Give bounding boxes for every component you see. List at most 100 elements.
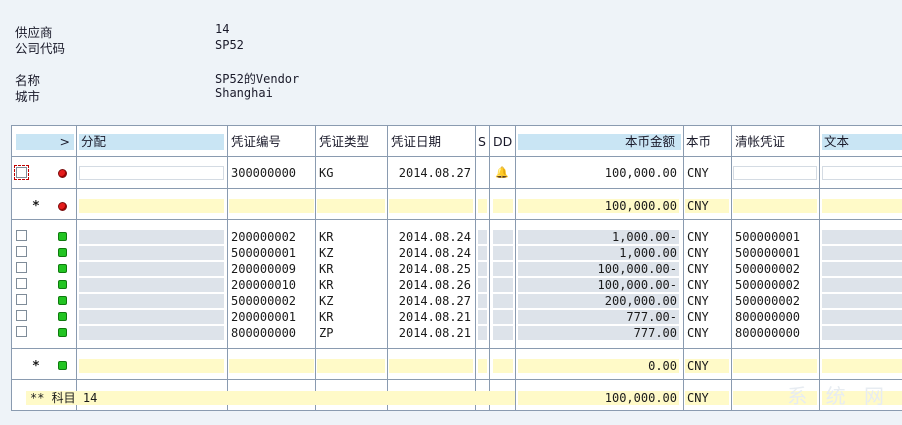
text-cell — [822, 278, 902, 292]
dd-cell — [493, 246, 513, 260]
row-select-checkbox[interactable] — [16, 326, 27, 337]
status-green-icon — [58, 232, 67, 241]
doc-date-cell: 2014.08.24 — [398, 230, 471, 244]
company-code-label: 公司代码 — [15, 41, 66, 56]
text-column-header[interactable]: 文本 — [822, 134, 902, 150]
status-red-icon — [58, 169, 67, 178]
doc-date-cell: 2014.08.27 — [398, 294, 471, 308]
assignment-cell — [79, 166, 224, 180]
doc-number-cell[interactable]: 800000000 — [229, 326, 314, 340]
currency-cell: CNY — [687, 230, 709, 244]
status-green-icon — [58, 328, 67, 337]
vendor-value: 14 — [215, 22, 230, 36]
clearing-doc-cell: 500000001 — [735, 246, 801, 260]
clearing-doc-cell: 800000000 — [735, 326, 801, 340]
assignment-cell — [79, 230, 224, 244]
dd-cell — [493, 310, 513, 324]
currency-cell: CNY — [687, 262, 709, 276]
total-currency: CNY — [685, 391, 729, 405]
doc-number-cell[interactable]: 200000009 — [229, 262, 314, 276]
text-cell — [822, 310, 902, 324]
clearing-doc-cell: 800000000 — [735, 310, 801, 324]
status-green-icon — [58, 361, 67, 370]
s-cell — [478, 310, 487, 324]
amount-cell: 200,000.00 — [518, 294, 679, 308]
currency-cell: CNY — [687, 278, 709, 292]
dd-cell — [493, 294, 513, 308]
expand-column-header[interactable]: > — [16, 134, 74, 150]
dunning-bell-icon: 🔔 — [495, 166, 509, 179]
doc-date-cell: 2014.08.21 — [398, 326, 471, 340]
doc-date-column-header[interactable]: 凭证日期 — [391, 134, 473, 150]
row-select-checkbox[interactable] — [16, 294, 27, 305]
assignment-column-header[interactable]: 分配 — [79, 134, 224, 150]
row-select-checkbox[interactable] — [16, 310, 27, 321]
city-label: 城市 — [15, 89, 41, 104]
doc-type-cell: KR — [319, 310, 334, 324]
doc-type-column-header[interactable]: 凭证类型 — [319, 134, 385, 150]
doc-number-column-header[interactable]: 凭证编号 — [231, 134, 313, 150]
row-select-checkbox[interactable] — [16, 278, 27, 289]
text-cell — [822, 326, 902, 340]
status-green-icon — [58, 280, 67, 289]
assignment-cell — [79, 278, 224, 292]
doc-number-cell[interactable]: 200000001 — [229, 310, 314, 324]
clearing-doc-column-header[interactable]: 清帐凭证 — [735, 134, 817, 150]
doc-type-cell: KR — [319, 278, 334, 292]
subtotal-currency: CNY — [685, 199, 729, 213]
amount-cell: 777.00- — [518, 310, 679, 324]
s-cell — [478, 326, 487, 340]
line-item-grid: > 分配 凭证编号 凭证类型 凭证日期 S DD 本币金额 本币 清帐凭证 文本… — [11, 125, 902, 411]
row-select-checkbox[interactable] — [16, 246, 27, 257]
doc-number-cell[interactable]: 500000001 — [229, 246, 314, 260]
assignment-cell — [79, 294, 224, 308]
text-cell — [822, 166, 902, 180]
city-value: Shanghai — [215, 86, 273, 100]
name-value: SP52的Vendor — [215, 72, 300, 86]
row-select-checkbox[interactable] — [16, 230, 27, 241]
subtotal-marker: * — [32, 199, 40, 214]
dd-column-header[interactable]: DD — [493, 134, 513, 150]
currency-column-header[interactable]: 本币 — [686, 134, 730, 150]
doc-type-cell: KZ — [319, 294, 334, 308]
doc-type-cell: KZ — [319, 246, 334, 260]
dd-cell — [493, 262, 513, 276]
amount-cell: 100,000.00- — [518, 262, 679, 276]
dd-cell — [493, 278, 513, 292]
doc-type-cell: KR — [319, 230, 334, 244]
status-green-icon — [58, 312, 67, 321]
assignment-cell — [79, 326, 224, 340]
assignment-cell — [79, 262, 224, 276]
status-red-icon — [58, 202, 67, 211]
clearing-doc-cell: 500000002 — [735, 278, 801, 292]
s-column-header[interactable]: S — [478, 134, 488, 150]
s-cell — [478, 230, 487, 244]
doc-number-cell[interactable]: 300000000 — [229, 166, 314, 180]
amount-cell: 777.00 — [518, 326, 679, 340]
row-select-checkbox[interactable] — [16, 262, 27, 273]
text-cell — [822, 262, 902, 276]
currency-cell: CNY — [687, 166, 709, 180]
doc-date-cell: 2014.08.25 — [398, 262, 471, 276]
status-green-icon — [58, 248, 67, 257]
doc-number-cell[interactable]: 200000002 — [229, 230, 314, 244]
status-green-icon — [58, 296, 67, 305]
currency-cell: CNY — [687, 294, 709, 308]
currency-cell: CNY — [687, 310, 709, 324]
doc-date-cell: 2014.08.26 — [398, 278, 471, 292]
currency-cell: CNY — [687, 246, 709, 260]
doc-number-cell[interactable]: 200000010 — [229, 278, 314, 292]
doc-date-cell: 2014.08.24 — [398, 246, 471, 260]
clearing-doc-cell — [733, 166, 817, 180]
doc-number-cell[interactable]: 500000002 — [229, 294, 314, 308]
s-cell — [478, 246, 487, 260]
subtotal-amount: 0.00 — [518, 359, 679, 373]
amount-column-header[interactable]: 本币金额 — [518, 134, 681, 150]
amount-cell: 100,000.00 — [604, 166, 677, 180]
text-cell — [822, 294, 902, 308]
subtotal-currency: CNY — [685, 359, 729, 373]
doc-type-cell: KR — [319, 262, 334, 276]
s-cell — [478, 278, 487, 292]
row-select-checkbox[interactable] — [14, 165, 29, 180]
total-label: ** 科目 14 — [26, 391, 515, 405]
